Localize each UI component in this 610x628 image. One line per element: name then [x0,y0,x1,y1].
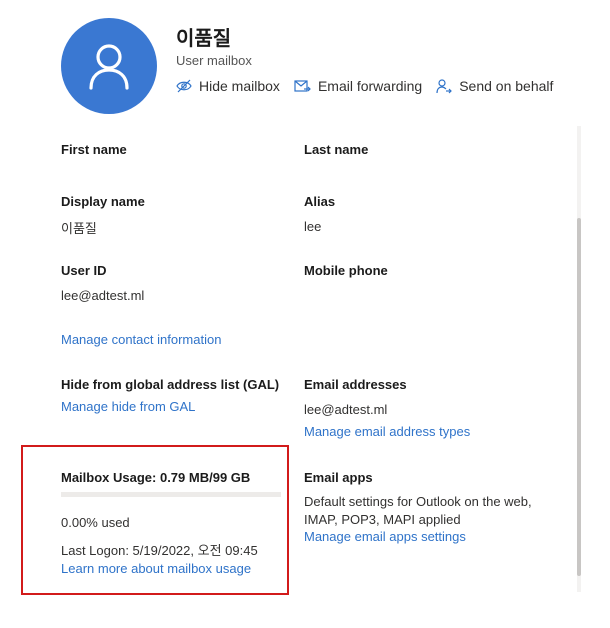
action-bar: Hide mailbox Email forwarding Send on be… [176,78,567,94]
alias-label: Alias [304,194,336,209]
display-name-value: 이품질 [61,221,97,236]
mail-forward-icon [294,79,311,92]
user-id-value: lee@adtest.ml [61,288,145,303]
send-on-behalf-button[interactable]: Send on behalf [436,78,553,94]
hide-mailbox-label: Hide mailbox [199,78,280,94]
hide-mailbox-button[interactable]: Hide mailbox [176,78,280,94]
last-logon: Last Logon: 5/19/2022, 오전 09:45 [61,543,258,558]
gal-label: Hide from global address list (GAL) [61,377,280,392]
person-arrow-icon [436,78,453,93]
learn-more-mailbox-usage-link[interactable]: Learn more about mailbox usage [61,561,251,576]
user-display-name: 이품질 [176,28,232,50]
email-address-value: lee@adtest.ml [304,402,388,417]
display-name-label: Display name [61,194,145,209]
manage-hide-from-gal-link[interactable]: Manage hide from GAL [61,399,195,414]
person-icon [89,44,129,90]
mailbox-type: User mailbox [176,53,252,68]
first-name-label: First name [61,142,127,157]
scrollbar-thumb[interactable] [577,218,581,576]
email-forwarding-button[interactable]: Email forwarding [294,78,422,94]
mobile-phone-label: Mobile phone [304,263,388,278]
email-apps-label: Email apps [304,470,373,485]
email-apps-description: Default settings for Outlook on the web,… [304,494,532,527]
last-name-label: Last name [304,142,369,157]
manage-email-apps-settings-link[interactable]: Manage email apps settings [304,529,466,544]
alias-value: lee [304,219,322,234]
manage-email-address-types-link[interactable]: Manage email address types [304,424,470,439]
manage-contact-information-link[interactable]: Manage contact information [61,332,221,347]
email-forwarding-label: Email forwarding [317,78,423,94]
mailbox-usage-bar [61,492,281,497]
email-addresses-label: Email addresses [304,377,407,392]
mailbox-used-percent: 0.00% used [61,515,130,530]
hide-eye-icon [176,79,192,93]
user-id-label: User ID [61,263,107,278]
mailbox-usage-label: Mailbox Usage: 0.79 MB/99 GB [61,470,251,485]
avatar [61,18,157,114]
send-on-behalf-label: Send on behalf [459,78,554,94]
